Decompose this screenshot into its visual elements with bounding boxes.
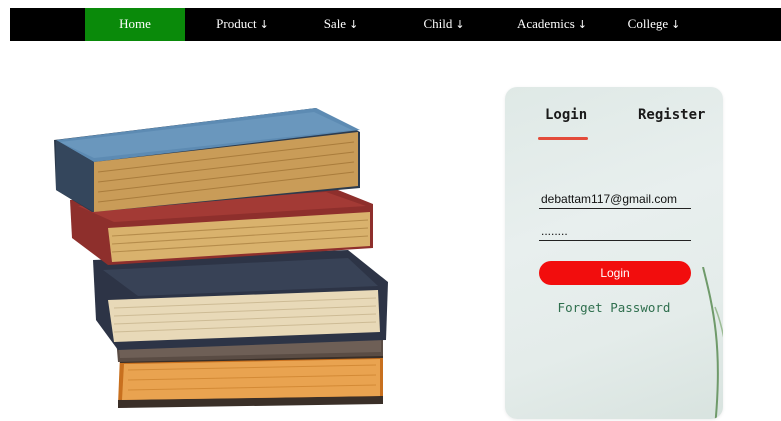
arrow-down-icon: ↓ (259, 18, 269, 31)
arrow-down-icon: ↓ (671, 18, 681, 31)
password-field[interactable] (539, 223, 691, 241)
nav-item-academics[interactable]: Academics ↓ (507, 8, 597, 41)
top-nav-bar: Home Product ↓ Sale ↓ Child ↓ Academics ↓ Co… (10, 8, 781, 41)
tab-register[interactable]: Register (638, 107, 705, 123)
tab-login[interactable]: Login (545, 107, 587, 123)
nav-item-product[interactable]: Product ↓ (205, 8, 280, 41)
book-navy (93, 250, 388, 350)
nav-item-home[interactable]: Home (85, 8, 185, 41)
nav-item-college[interactable]: College ↓ (615, 8, 693, 41)
nav-item-label: Child (423, 16, 453, 31)
nav-item-label: Product (216, 16, 257, 31)
nav-item-sale[interactable]: Sale ↓ (310, 8, 372, 41)
active-tab-indicator (538, 137, 588, 140)
nav-item-label: College (627, 16, 669, 31)
arrow-down-icon: ↓ (455, 18, 465, 31)
leaf-decoration (702, 267, 723, 419)
arrow-down-icon: ↓ (349, 18, 359, 31)
page: Home Product ↓ Sale ↓ Child ↓ Academics ↓ Co… (0, 0, 781, 421)
login-button[interactable]: Login (539, 261, 691, 285)
email-field[interactable] (539, 191, 691, 209)
nav-item-label: Home (119, 16, 151, 31)
books-stack-image (54, 108, 388, 408)
arrow-down-icon: ↓ (577, 18, 587, 31)
login-card: Login Register Login Forget Password (505, 87, 723, 419)
nav-item-label: Sale (323, 16, 347, 31)
forget-password-link[interactable]: Forget Password (505, 300, 723, 315)
nav-item-label: Academics (517, 16, 575, 31)
nav-item-child[interactable]: Child ↓ (410, 8, 478, 41)
